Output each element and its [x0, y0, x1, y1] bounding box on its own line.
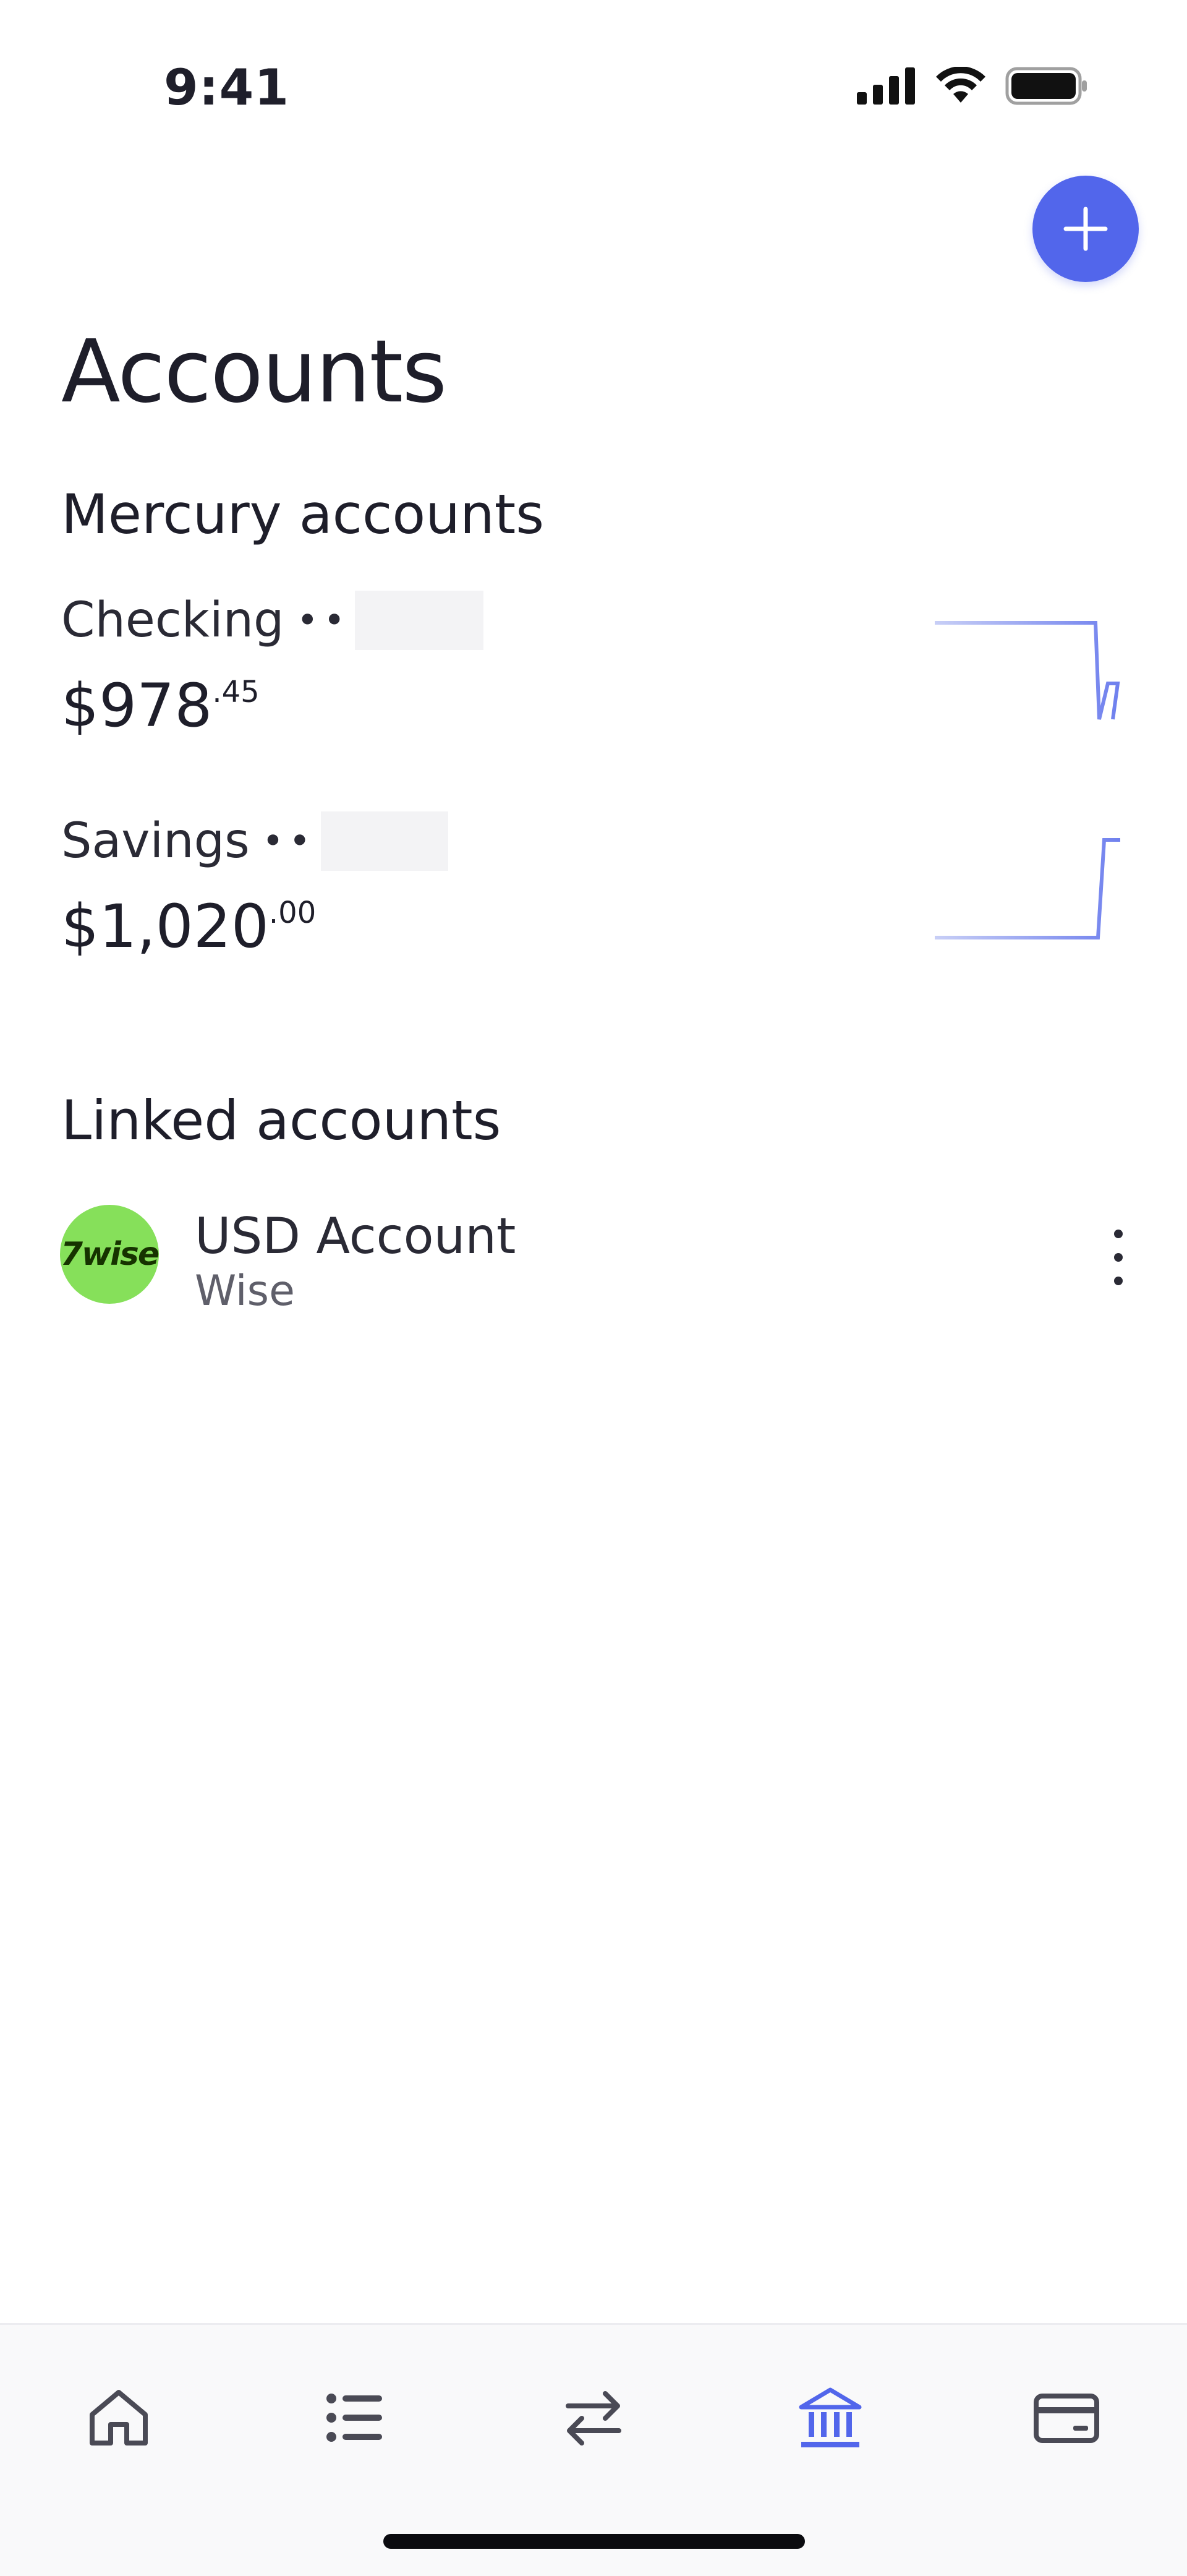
account-name-label: Savings [61, 813, 250, 869]
account-balance: $1,020.00 [61, 892, 316, 961]
tab-cards[interactable] [1023, 2374, 1110, 2461]
status-icons [857, 67, 1088, 105]
bank-icon [799, 2387, 862, 2447]
tab-home[interactable] [75, 2374, 162, 2461]
list-icon [326, 2394, 382, 2442]
cellular-signal-icon [857, 67, 915, 105]
linked-section-title: Linked accounts [61, 1089, 501, 1152]
transfer-icon [566, 2391, 621, 2445]
page-title: Accounts [61, 322, 447, 422]
linked-account-provider: Wise [195, 1267, 295, 1316]
home-indicator [383, 2534, 805, 2549]
account-name: Savings •• [61, 811, 448, 871]
battery-icon [1005, 67, 1087, 105]
account-mask: •• [296, 599, 351, 642]
redacted-number [320, 811, 448, 871]
tab-transfer[interactable] [550, 2374, 637, 2461]
tab-accounts[interactable] [787, 2374, 874, 2461]
add-account-button[interactable] [1032, 176, 1139, 282]
more-options-icon[interactable] [1106, 1230, 1131, 1285]
wifi-icon [936, 67, 985, 103]
account-balance: $978.45 [61, 671, 260, 740]
savings-sparkline [935, 838, 1120, 939]
tab-activity[interactable] [312, 2374, 399, 2461]
linked-account-row[interactable]: 7wise USD Account Wise [60, 1205, 1148, 1316]
status-time: 9:41 [164, 59, 289, 116]
account-mask: •• [262, 819, 316, 863]
card-icon [1034, 2394, 1099, 2443]
balance-main: $978 [61, 671, 213, 740]
home-icon [90, 2390, 148, 2445]
wise-logo-icon: 7wise [60, 1205, 160, 1304]
plus-icon [1063, 207, 1108, 251]
balance-main: $1,020 [61, 892, 269, 961]
redacted-number [355, 591, 484, 650]
balance-cents: .00 [268, 896, 317, 930]
balance-cents: .45 [212, 675, 260, 709]
account-name: Checking •• [61, 591, 484, 650]
checking-sparkline [935, 621, 1120, 720]
account-name-label: Checking [61, 593, 284, 648]
linked-account-name: USD Account [195, 1207, 516, 1265]
tab-bar [0, 2323, 1187, 2576]
mercury-section-title: Mercury accounts [61, 482, 545, 546]
